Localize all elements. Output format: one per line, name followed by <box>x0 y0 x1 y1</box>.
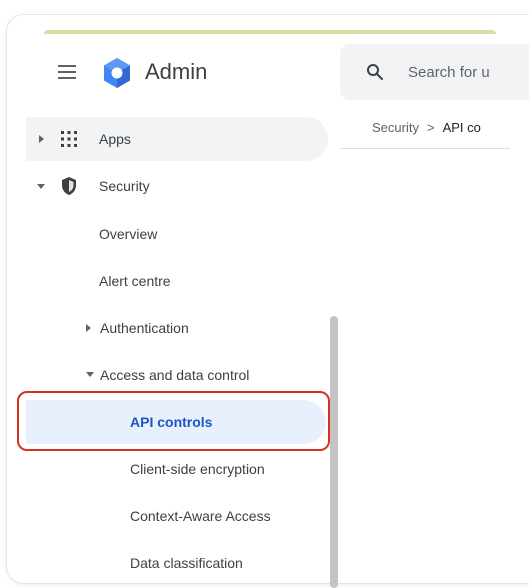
admin-logo-icon <box>104 58 130 88</box>
top-accent-bar <box>44 30 496 34</box>
sidebar-scrollbar[interactable] <box>330 316 338 588</box>
expand-arrow-icon[interactable] <box>39 135 44 143</box>
shield-icon <box>62 177 76 195</box>
app-title[interactable]: Admin <box>145 59 207 85</box>
search-icon[interactable] <box>366 63 384 81</box>
breadcrumb: Security > API co <box>372 120 512 135</box>
sidebar-item-alert-centre[interactable]: Alert centre <box>99 273 171 289</box>
breadcrumb-current: API co <box>442 120 481 135</box>
breadcrumb-separator: > <box>426 120 435 135</box>
apps-grid-icon <box>61 131 77 147</box>
sidebar-item-context-aware-access[interactable]: Context-Aware Access <box>130 508 271 524</box>
expand-arrow-icon[interactable] <box>86 324 91 332</box>
breadcrumb-security[interactable]: Security <box>372 120 419 135</box>
search-input[interactable]: Search for u <box>408 64 498 81</box>
sidebar-item-data-classification[interactable]: Data classification <box>130 555 243 571</box>
sidebar-item-security[interactable]: Security <box>99 178 150 194</box>
sidebar-item-label: Apps <box>99 131 131 147</box>
sidebar-item-authentication[interactable]: Authentication <box>100 320 189 336</box>
sidebar-item-overview[interactable]: Overview <box>99 226 157 242</box>
sidebar-item-client-side-encryption[interactable]: Client-side encryption <box>130 461 265 477</box>
highlight-annotation-box <box>17 391 330 451</box>
hamburger-menu-icon[interactable] <box>58 65 76 79</box>
collapse-arrow-icon[interactable] <box>37 184 45 189</box>
collapse-arrow-icon[interactable] <box>86 372 94 377</box>
breadcrumb-divider <box>340 148 510 149</box>
sidebar-item-access-and-data-control[interactable]: Access and data control <box>100 367 249 383</box>
